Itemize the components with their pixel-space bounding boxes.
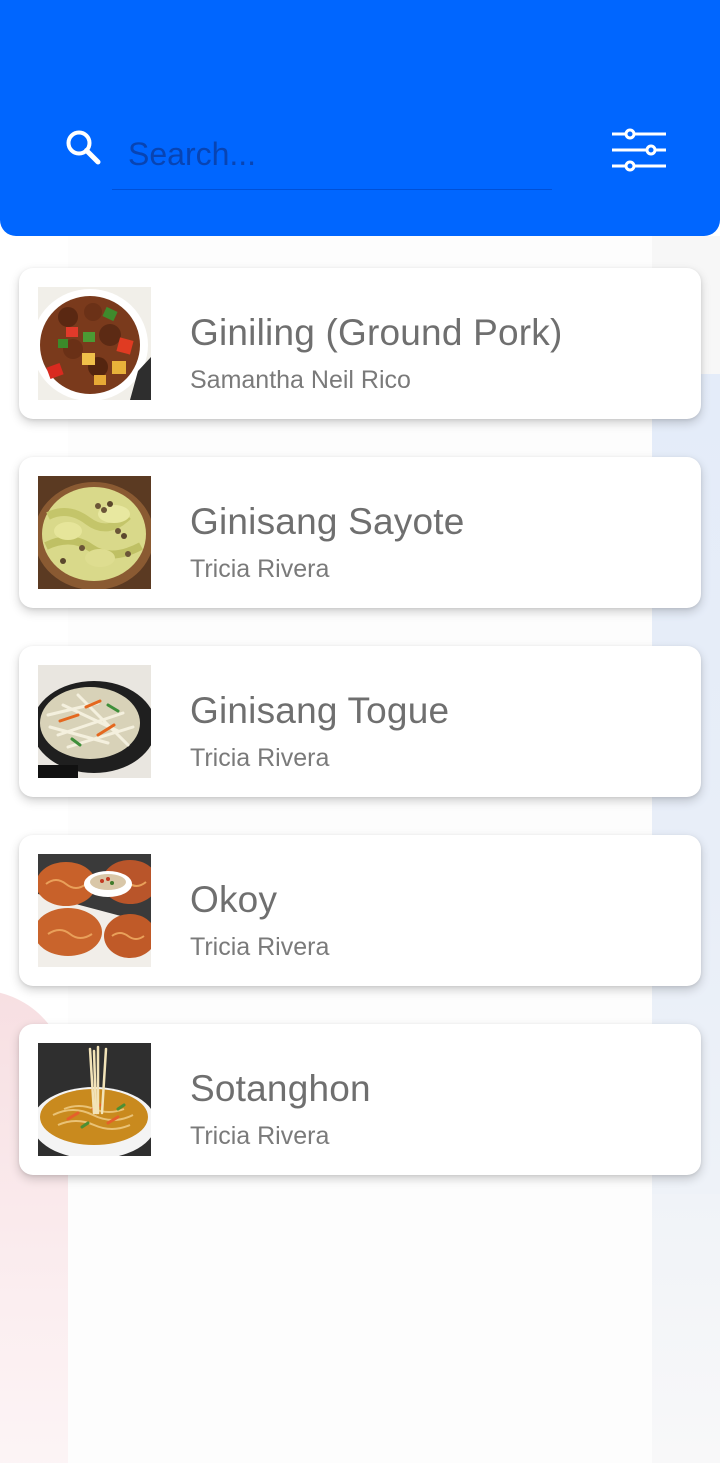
giniling-photo <box>38 287 151 400</box>
header-bar <box>0 0 720 236</box>
okoy-photo <box>38 854 151 967</box>
recipe-author: Tricia Rivera <box>190 933 330 961</box>
recipe-author: Tricia Rivera <box>190 1122 330 1150</box>
recipe-title: Sotanghon <box>190 1068 371 1109</box>
recipe-list-screen: Giniling (Ground Pork) Samantha Neil Ric… <box>0 0 720 1463</box>
recipe-author: Tricia Rivera <box>190 555 330 583</box>
ginisang-togue-photo <box>38 665 151 778</box>
recipe-list: Giniling (Ground Pork) Samantha Neil Ric… <box>19 268 701 1213</box>
sliders-icon[interactable] <box>608 126 670 174</box>
recipe-card[interactable]: Sotanghon Tricia Rivera <box>19 1024 701 1175</box>
background-panel-right-bottom <box>652 1194 720 1463</box>
search-icon[interactable] <box>64 128 104 168</box>
ginisang-sayote-photo <box>38 476 151 589</box>
recipe-title: Giniling (Ground Pork) <box>190 312 563 353</box>
recipe-card[interactable]: Giniling (Ground Pork) Samantha Neil Ric… <box>19 268 701 419</box>
recipe-title: Okoy <box>190 879 278 920</box>
recipe-author: Tricia Rivera <box>190 744 330 772</box>
recipe-title: Ginisang Sayote <box>190 501 465 542</box>
recipe-card[interactable]: Okoy Tricia Rivera <box>19 835 701 986</box>
sotanghon-photo <box>38 1043 151 1156</box>
recipe-card[interactable]: Ginisang Togue Tricia Rivera <box>19 646 701 797</box>
recipe-card[interactable]: Ginisang Sayote Tricia Rivera <box>19 457 701 608</box>
search-input[interactable] <box>112 120 552 190</box>
recipe-author: Samantha Neil Rico <box>190 366 411 394</box>
recipe-title: Ginisang Togue <box>190 690 450 731</box>
